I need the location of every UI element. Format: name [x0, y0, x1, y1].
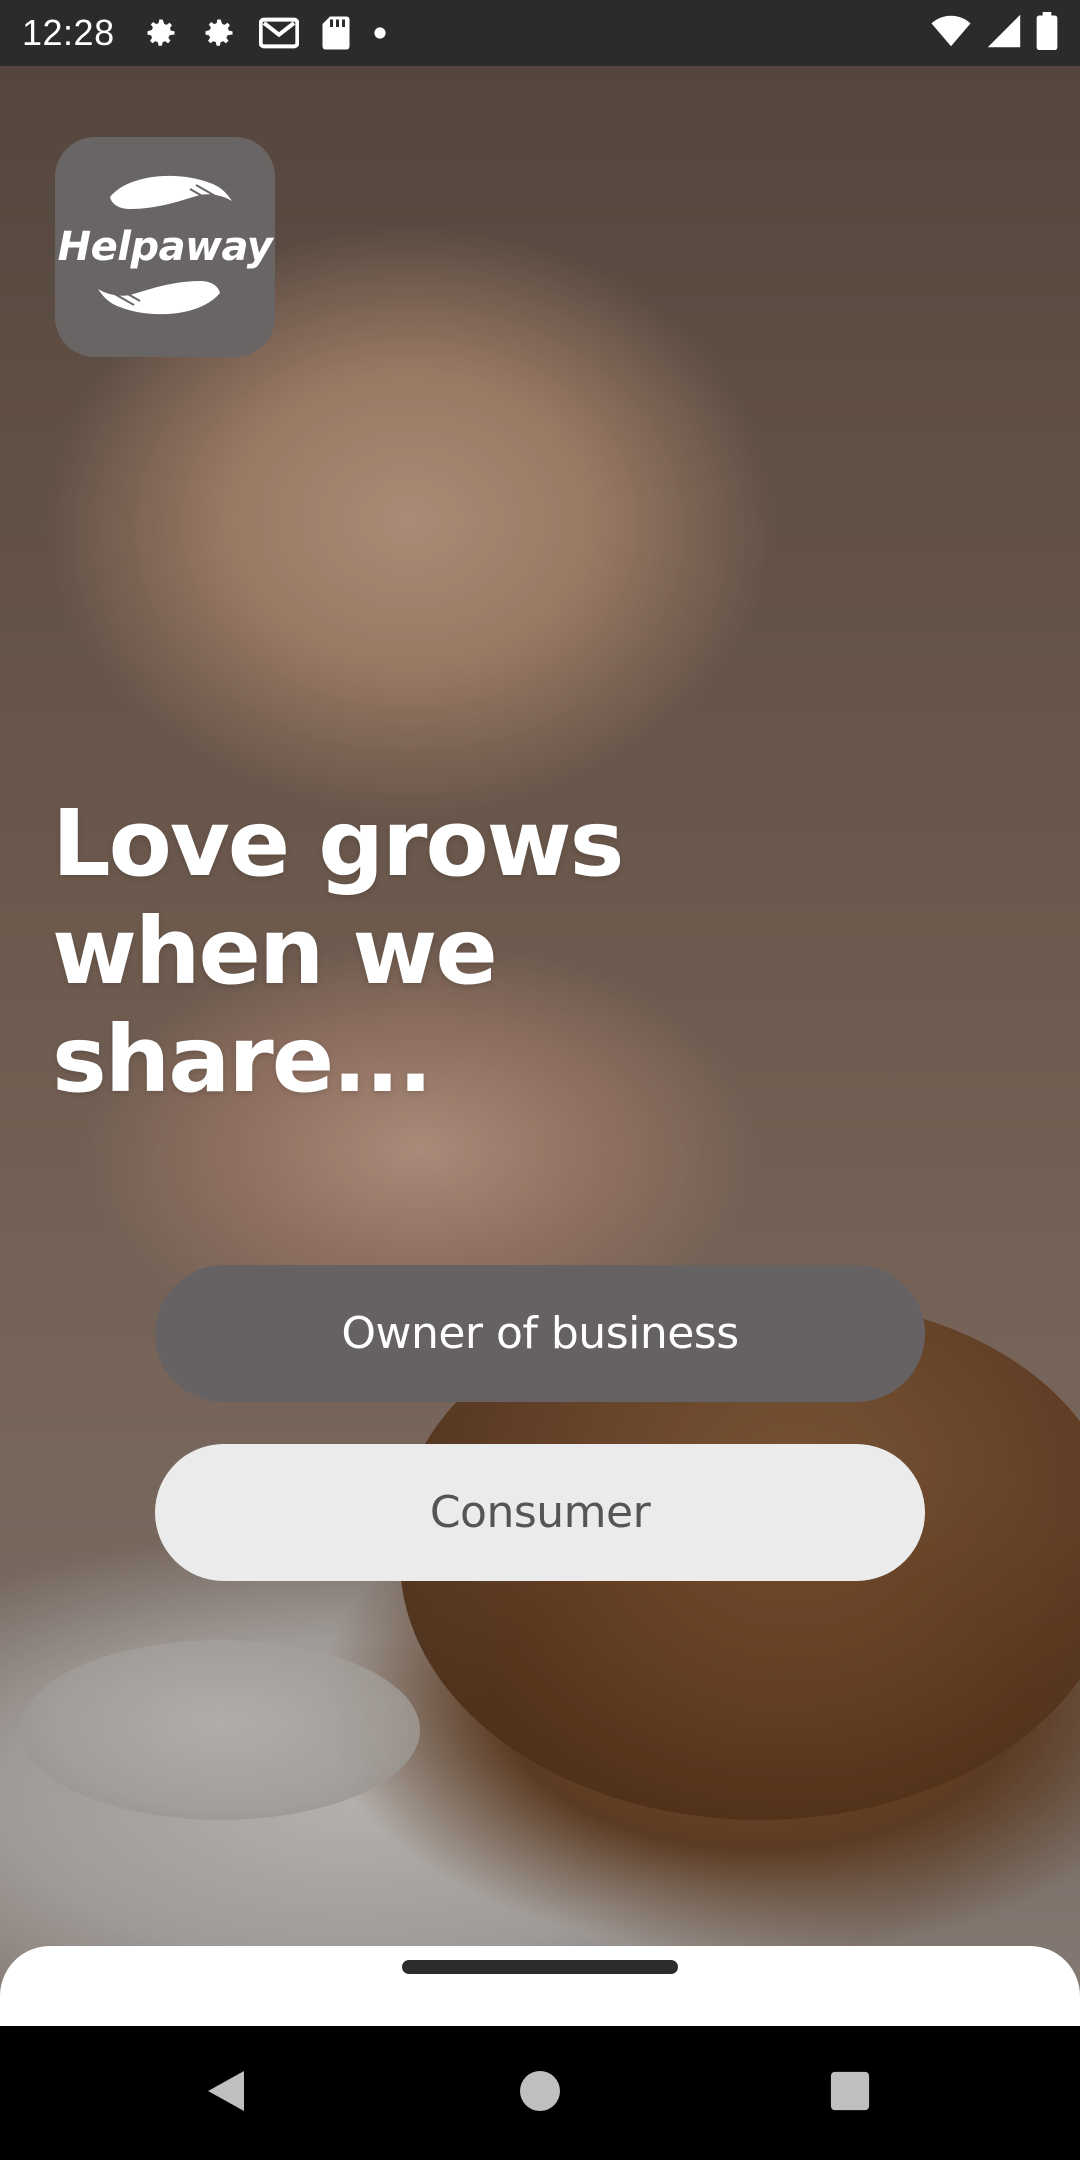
hands-top-icon — [90, 169, 240, 223]
cell-signal-icon — [986, 13, 1022, 53]
back-icon — [204, 2067, 248, 2119]
settings-icon — [143, 13, 179, 53]
status-bar: 12:28 — [0, 0, 1080, 66]
status-icons-right — [930, 12, 1058, 54]
status-time: 12:28 — [22, 12, 115, 53]
headline-line: when we — [52, 898, 498, 1005]
dot-icon — [373, 13, 387, 53]
app-logo: Helpaway — [55, 137, 275, 357]
hands-bottom-icon — [90, 271, 240, 325]
battery-icon — [1036, 12, 1058, 54]
home-icon — [518, 2069, 562, 2117]
nav-recents-button[interactable] — [790, 2026, 910, 2160]
nav-back-button[interactable] — [166, 2026, 286, 2160]
wifi-icon — [930, 14, 972, 52]
logo-text: Helpaway — [57, 224, 273, 270]
system-nav-bar — [0, 2026, 1080, 2160]
nav-home-button[interactable] — [480, 2026, 600, 2160]
hero-headline: Love grows when we share... — [52, 790, 672, 1114]
bottom-sheet[interactable] — [0, 1946, 1080, 2026]
consumer-button[interactable]: Consumer — [155, 1444, 925, 1581]
gmail-icon — [258, 13, 299, 53]
sheet-drag-handle[interactable] — [402, 1960, 678, 1974]
headline-line: share... — [52, 1006, 433, 1113]
headline-line: Love grows — [52, 790, 624, 897]
status-icons-left — [143, 13, 387, 53]
owner-of-business-button[interactable]: Owner of business — [155, 1265, 925, 1402]
recents-icon — [829, 2070, 871, 2116]
settings-icon — [201, 13, 237, 53]
sd-card-icon — [321, 13, 351, 53]
